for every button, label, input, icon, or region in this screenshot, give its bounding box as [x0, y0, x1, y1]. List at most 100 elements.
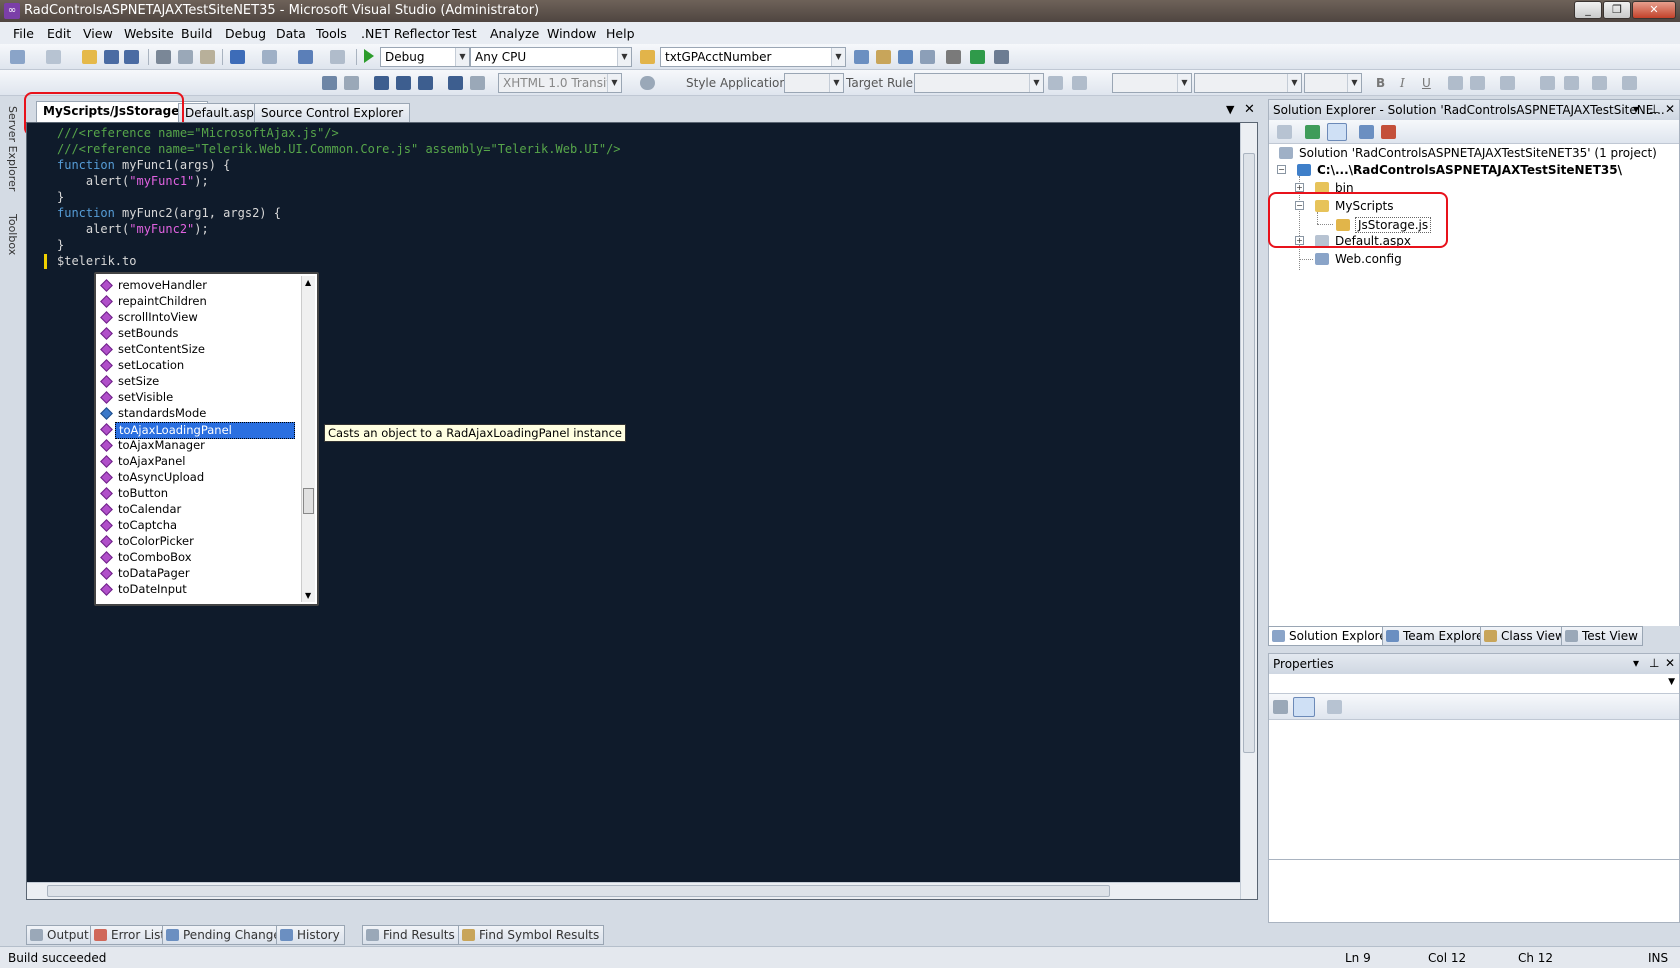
completion-item[interactable]: setContentSize: [100, 342, 295, 358]
command-window-icon[interactable]: [994, 50, 1009, 64]
completion-item[interactable]: repaintChildren: [100, 294, 295, 310]
completion-item[interactable]: setSize: [100, 374, 295, 390]
navigate-backward-icon[interactable]: [298, 50, 313, 64]
background-color-icon[interactable]: [1470, 76, 1485, 90]
copy-website-icon[interactable]: [1381, 125, 1396, 139]
intellisense-list[interactable]: removeHandler repaintChildren scrollInto…: [94, 272, 319, 606]
find-combo[interactable]: txtGPAcctNumber ▼: [660, 47, 846, 67]
numbering-icon[interactable]: [1564, 76, 1579, 90]
block-format-combo[interactable]: ▼: [1112, 73, 1192, 93]
expand-bin-icon[interactable]: +: [1295, 183, 1304, 192]
close-tab-icon[interactable]: ✕: [1244, 102, 1255, 117]
tab-test-view[interactable]: Test View: [1561, 626, 1643, 646]
completion-item[interactable]: toCaptcha: [100, 518, 295, 534]
indent-icon[interactable]: [396, 76, 411, 90]
tab-pending-changes[interactable]: Pending Changes: [162, 925, 292, 945]
tab-team-explorer[interactable]: Team Explorer: [1382, 626, 1494, 646]
tools-icon[interactable]: [946, 50, 961, 64]
menu-data[interactable]: Data: [276, 26, 306, 41]
tab-history[interactable]: History: [276, 925, 345, 945]
redo-icon[interactable]: [262, 50, 277, 64]
completion-item[interactable]: scrollIntoView: [100, 310, 295, 326]
hyperlink-icon[interactable]: [1592, 76, 1607, 90]
refresh-icon[interactable]: [1305, 125, 1320, 139]
completion-item[interactable]: toButton: [100, 486, 295, 502]
style-application-combo[interactable]: ▼: [784, 73, 844, 93]
cut-icon[interactable]: [156, 50, 171, 64]
server-explorer-tab[interactable]: Server Explorer: [1, 106, 19, 191]
scroll-down-arrow-icon[interactable]: ▼: [305, 591, 311, 600]
completion-item[interactable]: removeHandler: [100, 278, 295, 294]
toolbox-icon[interactable]: [920, 50, 935, 64]
comment-icon[interactable]: [448, 76, 463, 90]
completion-item[interactable]: standardsMode: [100, 406, 295, 422]
menu-help[interactable]: Help: [606, 26, 635, 41]
apply-style-icon[interactable]: [1048, 76, 1063, 90]
completion-item[interactable]: toAjaxPanel: [100, 454, 295, 470]
maximize-button[interactable]: ❐: [1603, 1, 1631, 19]
completion-item[interactable]: toColorPicker: [100, 534, 295, 550]
properties-close-icon[interactable]: ✕: [1665, 656, 1675, 670]
intellisense-scrollbar[interactable]: ▲ ▼: [301, 276, 315, 602]
completion-item-selected[interactable]: toAjaxLoadingPanel: [100, 422, 295, 439]
properties-object-combo[interactable]: ▼: [1269, 674, 1679, 694]
tab-find-results-1[interactable]: Find Results 1: [362, 925, 472, 945]
menu-file[interactable]: File: [13, 26, 34, 41]
foreground-color-icon[interactable]: [1448, 76, 1463, 90]
completion-item[interactable]: toAsyncUpload: [100, 470, 295, 486]
position-icon[interactable]: [1622, 76, 1637, 90]
completion-item[interactable]: setVisible: [100, 390, 295, 406]
alphabetical-icon[interactable]: [1293, 697, 1315, 717]
toolbox-tab[interactable]: Toolbox: [1, 214, 19, 255]
check-accessibility-icon[interactable]: [640, 76, 655, 90]
categorized-icon[interactable]: [1273, 700, 1288, 714]
open-folder-icon[interactable]: [82, 50, 97, 64]
navigate-forward-icon[interactable]: [330, 50, 345, 64]
save-all-icon[interactable]: [124, 50, 139, 64]
undo-icon[interactable]: [230, 50, 245, 64]
font-size-combo[interactable]: ▼: [1304, 73, 1362, 93]
menu-window[interactable]: Window: [547, 26, 596, 41]
menu-tools[interactable]: Tools: [316, 26, 347, 41]
solution-explorer-icon[interactable]: [854, 50, 869, 64]
completion-item[interactable]: setBounds: [100, 326, 295, 342]
nest-related-files-icon[interactable]: [1359, 125, 1374, 139]
properties-dropdown-icon[interactable]: ▾: [1633, 656, 1639, 670]
font-name-combo[interactable]: ▼: [1194, 73, 1302, 93]
find-in-files-icon[interactable]: [640, 50, 655, 64]
menu-build[interactable]: Build: [181, 26, 212, 41]
new-project-icon[interactable]: [10, 50, 25, 64]
completion-item[interactable]: toAjaxManager: [100, 438, 295, 454]
underline-button[interactable]: U: [1422, 76, 1431, 90]
tab-class-view[interactable]: Class View: [1480, 626, 1570, 646]
tree-project[interactable]: C:\...\RadControlsASPNETAJAXTestSiteNET3…: [1297, 163, 1622, 177]
completion-item[interactable]: toCalendar: [100, 502, 295, 518]
editor-vertical-scrollbar[interactable]: [1240, 123, 1257, 899]
collapse-project-icon[interactable]: −: [1277, 165, 1286, 174]
copy-icon[interactable]: [178, 50, 193, 64]
tab-list-dropdown-icon[interactable]: ▼: [1226, 103, 1234, 116]
properties-window-icon[interactable]: [876, 50, 891, 64]
tab-error-list[interactable]: Error List: [90, 925, 171, 945]
menu-view[interactable]: View: [83, 26, 113, 41]
pane-dropdown-icon[interactable]: ▾: [1633, 102, 1639, 116]
menu-debug[interactable]: Debug: [225, 26, 266, 41]
object-browser-icon[interactable]: [898, 50, 913, 64]
menu-net-reflector[interactable]: .NET Reflector: [361, 26, 450, 41]
add-item-icon[interactable]: [46, 50, 61, 64]
tree-solution[interactable]: Solution 'RadControlsASPNETAJAXTestSiteN…: [1279, 146, 1657, 160]
minimize-button[interactable]: _: [1574, 1, 1602, 19]
editor-horizontal-scrollbar[interactable]: [27, 882, 1240, 899]
uncomment-icon[interactable]: [470, 76, 485, 90]
scroll-up-arrow-icon[interactable]: ▲: [305, 278, 311, 287]
save-icon[interactable]: [104, 50, 119, 64]
properties-pin-icon[interactable]: ⊥: [1649, 656, 1659, 670]
tab-find-symbol-results[interactable]: Find Symbol Results: [458, 925, 605, 945]
completion-item[interactable]: setLocation: [100, 358, 295, 374]
justify-icon[interactable]: [1500, 76, 1515, 90]
tab-solution-explorer[interactable]: Solution Explorer: [1268, 626, 1397, 646]
target-rule-combo[interactable]: ▼: [914, 73, 1044, 93]
menu-website[interactable]: Website: [124, 26, 174, 41]
tab-output[interactable]: Output: [26, 925, 94, 945]
start-page-icon[interactable]: [970, 50, 985, 64]
